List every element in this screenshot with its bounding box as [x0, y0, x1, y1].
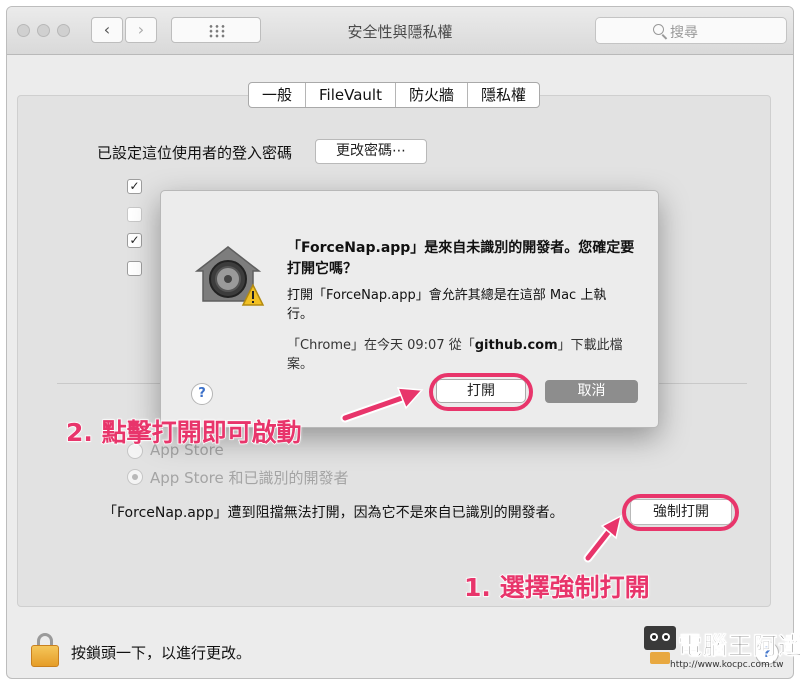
checkbox-sleep-password[interactable]: ✓	[127, 179, 142, 194]
tab-general[interactable]: 一般	[249, 83, 305, 107]
dialog-heading: 「ForceNap.app」是來自未識別的開發者。您確定要打開它嗎？	[287, 240, 635, 277]
blocked-app-message: 「ForceNap.app」遭到阻擋無法打開，因為它不是來自已識別的開發者。	[103, 505, 564, 521]
tab-firewall[interactable]: 防火牆	[394, 83, 467, 107]
lock-message: 按鎖頭一下，以進行更改。	[71, 644, 252, 662]
checkbox-option-2[interactable]	[127, 207, 142, 222]
checkbox-option-4[interactable]	[127, 261, 142, 276]
lock-icon[interactable]	[31, 633, 59, 667]
radio-app-store-identified[interactable]	[127, 469, 143, 485]
dialog-body: 打開「ForceNap.app」會允許其總是在這部 Mac 上執行。	[287, 288, 607, 322]
site-watermark: 電腦王阿達 http://www.kocpc.com.tw	[640, 622, 800, 674]
gatekeeper-warning-icon	[194, 246, 265, 306]
step1-annotation: 1. 選擇強制打開	[463, 572, 650, 603]
step2-annotation: 2. 點擊打開即可啟動	[65, 417, 302, 448]
search-input[interactable]: 搜尋	[595, 17, 787, 44]
watermark-url: http://www.kocpc.com.tw	[670, 660, 784, 670]
password-label: 已設定這位使用者的登入密碼	[97, 144, 293, 162]
checkbox-option-3[interactable]: ✓	[127, 233, 142, 248]
checkmark-icon: ✓	[129, 179, 140, 193]
title-bar: ‹ › 安全性與隱私權 搜尋	[7, 7, 793, 55]
watermark-name: 電腦王阿達	[678, 632, 800, 661]
system-preferences-window: ‹ › 安全性與隱私權 搜尋 一般 FileVault 防火牆 隱私權 已設定這…	[6, 6, 794, 679]
tab-bar: 一般 FileVault 防火牆 隱私權	[248, 82, 540, 108]
radio-app-store-identified-label: App Store 和已識別的開發者	[150, 469, 349, 487]
search-icon	[653, 24, 664, 35]
cancel-button[interactable]: 取消	[545, 380, 638, 403]
unidentified-developer-dialog: 「ForceNap.app」是來自未識別的開發者。您確定要打開它嗎？ 打開「Fo…	[160, 190, 659, 428]
dialog-source-text: 「Chrome」在今天 09:07 從「github.com」下載此檔案。	[287, 336, 627, 374]
open-button-highlight	[429, 373, 533, 411]
source-prefix: 「Chrome」在今天 09:07 從「	[287, 338, 475, 353]
tab-privacy[interactable]: 隱私權	[466, 83, 539, 107]
dialog-help-button[interactable]: ?	[191, 383, 213, 405]
source-site: github.com	[474, 338, 558, 353]
search-placeholder: 搜尋	[670, 25, 698, 41]
tab-filevault[interactable]: FileVault	[305, 83, 395, 107]
change-password-button[interactable]: 更改密碼⋯	[315, 139, 427, 164]
force-open-highlight	[622, 494, 739, 531]
checkmark-icon: ✓	[129, 233, 140, 247]
